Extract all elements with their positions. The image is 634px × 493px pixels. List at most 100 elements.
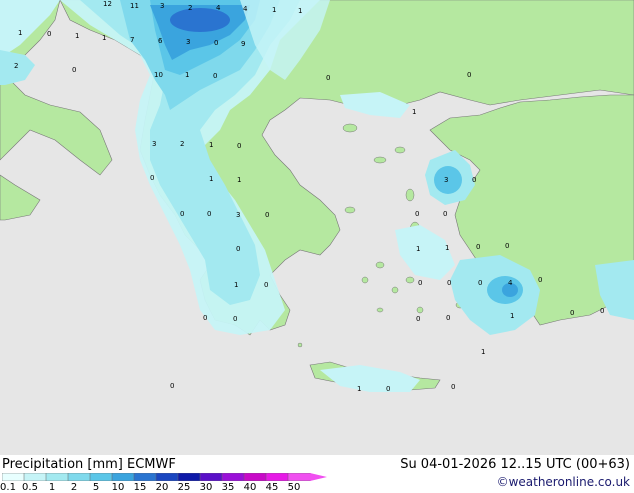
value-label: 0 xyxy=(447,279,451,287)
credit-link[interactable]: ©weatheronline.co.uk xyxy=(497,475,630,489)
value-label: 0 xyxy=(418,279,422,287)
value-label: 0 xyxy=(214,39,218,47)
value-label: 1 xyxy=(272,6,276,14)
value-label: 0 xyxy=(446,314,450,322)
value-label: 0 xyxy=(600,307,604,315)
value-label: 0 xyxy=(170,382,174,390)
value-label: 2 xyxy=(188,4,192,12)
value-label: 1 xyxy=(357,385,361,393)
value-label: 3 xyxy=(186,38,190,46)
value-label: 1 xyxy=(209,141,213,149)
color-scale-tick-label: 50 xyxy=(287,482,301,493)
value-label: 10 xyxy=(154,71,163,79)
color-scale-swatch xyxy=(23,473,47,481)
value-label: 0 xyxy=(72,66,76,74)
value-label: 0 xyxy=(467,71,471,79)
value-label: 0 xyxy=(478,279,482,287)
value-label: 1 xyxy=(416,245,420,253)
value-label: 0 xyxy=(505,242,509,250)
color-scale-tick-label: 20 xyxy=(155,482,169,493)
color-scale-tick-label: 2 xyxy=(70,482,78,493)
color-scale-swatch xyxy=(265,473,289,481)
value-label: 1 xyxy=(102,34,106,42)
value-label: 4 xyxy=(216,4,221,12)
value-label: 1 xyxy=(75,32,79,40)
color-scale-ticks: 0.1 0.5 1 2 5 10 15 20 25 30 35 40 45 50 xyxy=(0,482,330,493)
value-label: 4 xyxy=(508,279,513,287)
value-label: 1 xyxy=(445,244,449,252)
value-label: 0 xyxy=(570,309,574,317)
value-label: 12 xyxy=(103,0,112,8)
value-label: 1 xyxy=(185,71,189,79)
value-label: 1 xyxy=(18,29,22,37)
value-label: 0 xyxy=(236,245,240,253)
value-label: 0 xyxy=(265,211,269,219)
color-scale-tick-label: 5 xyxy=(92,482,100,493)
value-label: 0 xyxy=(264,281,268,289)
value-label: 0 xyxy=(207,210,211,218)
value-label: 0 xyxy=(233,315,237,323)
color-scale-swatch xyxy=(221,473,245,481)
value-label: 0 xyxy=(213,72,217,80)
value-label: 0 xyxy=(415,210,419,218)
color-scale-swatch xyxy=(2,473,25,481)
value-label: 0 xyxy=(416,315,420,323)
value-label: 0 xyxy=(180,210,184,218)
color-scale-tick-label: 1 xyxy=(48,482,56,493)
color-scale-tick-label: 15 xyxy=(133,482,147,493)
value-label: 1 xyxy=(510,312,514,320)
color-scale-tick-label: 25 xyxy=(177,482,191,493)
color-scale-swatch xyxy=(111,473,135,481)
chart-title: Precipitation [mm] ECMWF xyxy=(2,457,176,472)
color-scale-swatch xyxy=(243,473,267,481)
color-scale-tick-label: 40 xyxy=(243,482,257,493)
color-scale-swatch xyxy=(177,473,201,481)
color-scale-arrow xyxy=(310,473,327,481)
value-label: 2 xyxy=(14,62,18,70)
value-label: 3 xyxy=(160,2,164,10)
value-label: 1 xyxy=(481,348,485,356)
precipitation-map: 12 11 3 2 4 4 1 1 1 0 1 1 7 6 3 0 9 2 0 … xyxy=(0,0,634,455)
value-label: 0 xyxy=(47,30,51,38)
forecast-datetime: Su 04-01-2026 12..15 UTC (00+63) xyxy=(400,457,630,472)
color-scale-swatch xyxy=(287,473,311,481)
value-label: 0 xyxy=(443,210,447,218)
color-scale-tick-label: 0.1 xyxy=(0,482,16,493)
value-label: 1 xyxy=(298,7,302,15)
value-label: 3 xyxy=(152,140,156,148)
color-scale-tick-label: 0.5 xyxy=(22,482,38,493)
value-label: 3 xyxy=(236,211,240,219)
color-scale-swatch xyxy=(67,473,91,481)
color-scale-swatch xyxy=(199,473,223,481)
value-label: 6 xyxy=(158,37,163,45)
value-label: 7 xyxy=(130,36,134,44)
color-scale-swatch xyxy=(133,473,157,481)
value-label: 0 xyxy=(237,142,241,150)
value-label: 0 xyxy=(451,383,455,391)
color-scale-swatch xyxy=(45,473,69,481)
value-label: 0 xyxy=(538,276,542,284)
value-label: 0 xyxy=(386,385,390,393)
value-label: 0 xyxy=(472,176,476,184)
legend-footer: Precipitation [mm] ECMWF Su 04-01-2026 1… xyxy=(0,455,634,493)
color-scale-swatch xyxy=(89,473,113,481)
color-scale-tick-label: 30 xyxy=(199,482,213,493)
color-scale-tick-label: 10 xyxy=(111,482,125,493)
color-scale xyxy=(2,473,327,481)
value-label: 1 xyxy=(234,281,238,289)
color-scale-swatch xyxy=(155,473,179,481)
color-scale-tick-label: 45 xyxy=(265,482,279,493)
value-label: 11 xyxy=(130,2,139,10)
value-label: 1 xyxy=(412,108,416,116)
value-label: 2 xyxy=(180,140,184,148)
value-label: 1 xyxy=(209,175,213,183)
value-label: 0 xyxy=(203,314,207,322)
value-label: 3 xyxy=(444,176,448,184)
value-label: 0 xyxy=(476,243,480,251)
value-label: 0 xyxy=(150,174,154,182)
color-scale-tick-label: 35 xyxy=(221,482,235,493)
value-label: 0 xyxy=(326,74,330,82)
value-label: 1 xyxy=(237,176,241,184)
value-label: 4 xyxy=(243,5,248,13)
value-label: 9 xyxy=(241,40,245,48)
